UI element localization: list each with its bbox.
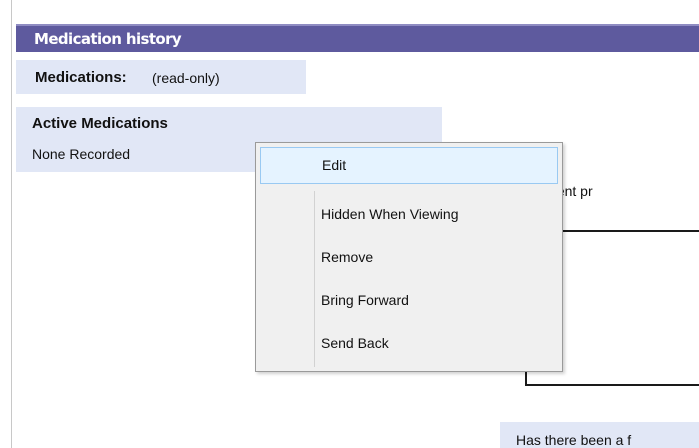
menu-item-label: Bring Forward [321,292,409,308]
context-menu: Edit Hidden When Viewing Remove Bring Fo… [255,142,563,372]
menu-item-bring-forward[interactable]: Bring Forward [260,282,558,319]
medications-field[interactable]: Medications: (read-only) [16,60,306,94]
menu-item-label: Hidden When Viewing [321,206,459,222]
menu-item-edit[interactable]: Edit [260,147,558,184]
question2-label: Has there been a f [516,432,632,448]
menu-item-hidden-when-viewing[interactable]: Hidden When Viewing [260,196,558,233]
section-title: Medication history [34,30,182,48]
menu-item-label: Remove [321,249,374,265]
medications-label: Medications: [35,69,127,86]
menu-item-remove[interactable]: Remove [260,239,558,276]
menu-item-send-back[interactable]: Send Back [260,325,558,362]
menu-item-label: Send Back [321,335,389,351]
read-only-note: (read-only) [152,70,220,86]
active-medications-value: None Recorded [32,146,131,162]
left-divider [11,0,12,448]
active-medications-title: Active Medications [32,115,168,132]
form-page: Medication history Medications: (read-on… [0,0,699,448]
section-header: Medication history [16,24,699,52]
question2-field[interactable]: Has there been a f [500,422,699,448]
menu-item-label: Edit [322,157,347,173]
